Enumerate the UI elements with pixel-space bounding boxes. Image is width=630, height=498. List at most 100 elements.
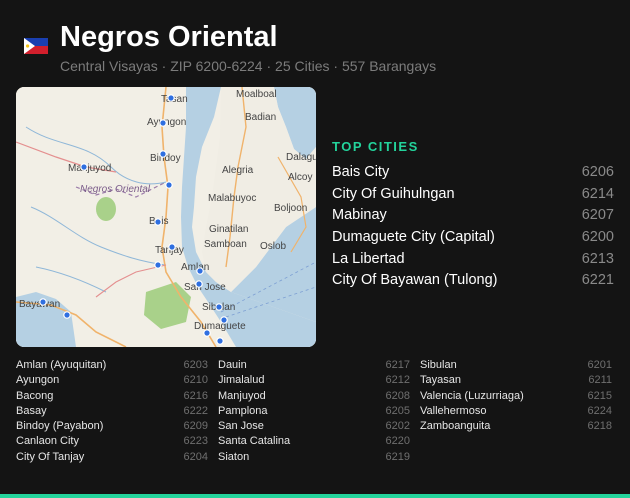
map-label-amlan: Amlan [181,262,209,273]
map-marker[interactable] [63,311,71,319]
city-row[interactable]: Manjuyod 6208 [218,389,410,404]
top-city-name: La Libertad [332,250,405,267]
city-zip: 6211 [588,374,612,387]
map-marker[interactable] [154,261,162,269]
map-label-malabuyoc: Malabuyoc [208,193,256,204]
city-name: Amlan (Ayuquitan) [16,359,107,371]
top-city-row[interactable]: La Libertad 6213 [332,249,614,271]
map-marker[interactable] [80,163,88,171]
map-label-badian: Badian [245,112,276,123]
city-name: Ayungon [16,374,60,387]
city-name: Jimalalud [218,374,265,387]
top-city-name: City Of Guihulngan [332,185,455,202]
top-city-name: Dumaguete City (Capital) [332,229,495,246]
city-name: Siaton [218,450,250,463]
city-zip: 6224 [587,404,612,417]
top-city-name: Mabinay [332,207,387,224]
map-marker[interactable] [165,181,173,189]
map-label-alcoy: Alcoy [288,172,312,183]
map-canvas[interactable]: Tasan Moalboal Ayungon Badian Bindoy Dal… [16,87,316,347]
top-cities-heading: TOP CITIES [332,139,419,154]
city-row[interactable]: Zamboanguita 6218 [420,419,612,434]
city-zip: 6223 [183,435,208,448]
map-marker[interactable] [159,150,167,158]
map-label-boljoon: Boljoon [274,203,307,214]
top-city-row[interactable]: Bais City 6206 [332,162,614,184]
city-name: Basay [16,404,47,417]
city-row[interactable]: Sibulan 6201 [420,358,612,373]
city-column: Sibulan 6201 Tayasan 6211 Valencia (Luzurria… [420,358,612,465]
city-name: Tayasan [420,374,461,387]
city-row[interactable]: Bacong 6216 [16,389,208,404]
map-label-dumaguete: Dumaguete [194,321,246,332]
city-row[interactable]: Bindoy (Payabon) 6209 [16,419,208,434]
page-title: Negros Oriental [60,21,278,53]
map-label-moalboal: Moalboal [236,89,277,100]
city-column: Dauin 6217 Jimalalud 6212 Manjuyod 6208 Pamplo… [218,358,410,465]
map-label-samboan: Samboan [204,239,247,250]
map-marker[interactable] [159,119,167,127]
city-row[interactable]: Ayungon 6210 [16,373,208,388]
map-label-dalaguete: Dalagu [286,152,316,163]
city-list-grid: Amlan (Ayuquitan) 6203 Ayungon 6210 Bacong 62… [16,358,614,465]
city-row[interactable]: Pamplona 6205 [218,404,410,419]
top-city-row[interactable]: City Of Bayawan (Tulong) 6221 [332,270,614,292]
page-subtitle: Central Visayas · ZIP 6200-6224 · 25 Cit… [60,58,437,74]
map-marker[interactable] [154,218,162,226]
top-cities-panel: TOP CITIES Bais City 6206 City Of Guihuln… [332,139,614,292]
city-row[interactable]: Santa Catalina 6220 [218,434,410,449]
map-marker[interactable] [216,337,224,345]
map-marker[interactable] [39,298,47,306]
top-city-zip: 6221 [581,272,614,289]
city-name: Pamplona [218,404,268,417]
city-row[interactable]: San Jose 6202 [218,419,410,434]
city-name: Zamboanguita [420,420,491,433]
city-row[interactable]: Jimalalud 6212 [218,373,410,388]
city-row[interactable]: Dauin 6217 [218,358,410,373]
city-zip: 6202 [385,420,410,433]
top-city-zip: 6206 [581,164,614,180]
top-cities-list: Bais City 6206 City Of Guihulngan 6214 Mab… [332,162,614,292]
city-name: Santa Catalina [218,435,291,448]
city-zip: 6208 [385,389,410,402]
map-label-negros-oriental: Negros Oriental [80,184,151,195]
top-city-zip: 6207 [581,207,614,224]
city-name: San Jose [218,420,264,433]
top-city-name: City Of Bayawan (Tulong) [332,272,498,289]
map-marker[interactable] [195,280,203,288]
city-name: Dauin [218,359,247,371]
map-label-manjuyod: Manjuyod [68,163,111,174]
map-label-oslob: Oslob [260,241,287,252]
city-row[interactable]: Amlan (Ayuquitan) 6203 [16,358,208,373]
map-marker[interactable] [203,329,211,337]
map-label-alegria: Alegria [222,165,254,176]
top-city-row[interactable]: Dumaguete City (Capital) 6200 [332,227,614,249]
map-label-ginatilan: Ginatilan [209,224,248,235]
map-marker[interactable] [215,303,223,311]
city-row[interactable]: City Of Tanjay 6204 [16,450,208,465]
city-row[interactable]: Valencia (Luzurriaga) 6215 [420,389,612,404]
city-row[interactable]: Siaton 6219 [218,450,410,465]
top-city-zip: 6213 [581,250,614,267]
top-city-name: Bais City [332,164,390,180]
province-map[interactable]: Tasan Moalboal Ayungon Badian Bindoy Dal… [16,87,316,347]
city-zip: 6212 [385,374,410,387]
map-marker[interactable] [196,267,204,275]
city-zip: 6209 [183,420,208,433]
accent-bar [0,494,630,498]
top-city-row[interactable]: City Of Guihulngan 6214 [332,184,614,206]
city-name: City Of Tanjay [16,450,85,463]
city-zip: 6203 [183,359,208,371]
map-marker[interactable] [168,243,176,251]
city-zip: 6219 [385,450,410,463]
map-marker[interactable] [220,316,228,324]
city-row[interactable]: Vallehermoso 6224 [420,404,612,419]
city-row[interactable]: Basay 6222 [16,404,208,419]
city-row[interactable]: Tayasan 6211 [420,373,612,388]
map-marker[interactable] [167,94,175,102]
city-zip: 6217 [385,359,410,371]
top-city-row[interactable]: Mabinay 6207 [332,205,614,227]
city-row[interactable]: Canlaon City 6223 [16,434,208,449]
city-zip: 6222 [183,404,208,417]
city-zip: 6210 [183,374,208,387]
